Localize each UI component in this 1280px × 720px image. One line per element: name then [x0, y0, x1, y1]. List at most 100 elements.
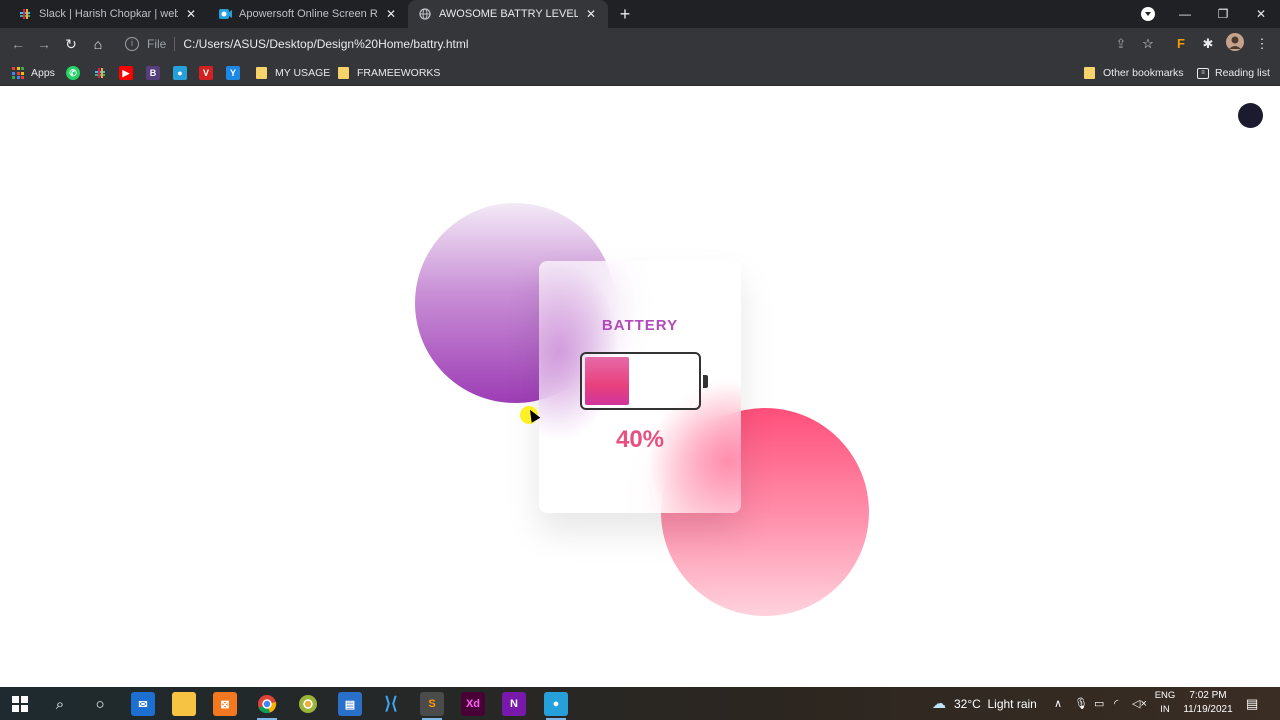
bookmark-label: Other bookmarks — [1103, 67, 1184, 79]
tab-title: AWOSOME BATTRY LEVEL — [439, 8, 578, 20]
clock-time: 7:02 PM — [1189, 690, 1227, 701]
adobe-xd-icon[interactable]: Xd — [461, 692, 485, 716]
close-tab-icon[interactable]: ✕ — [184, 7, 198, 21]
wifi-icon[interactable]: ◜ — [1114, 687, 1118, 720]
bookmark-whatsapp[interactable]: ✆ — [66, 63, 86, 83]
bookmark-label: MY USAGE — [275, 67, 331, 79]
menu-kebab-icon[interactable]: ⋮ — [1251, 33, 1273, 55]
page-viewport: BATTERY 40% — [0, 86, 1280, 687]
onenote-icon[interactable]: N — [502, 692, 526, 716]
home-icon[interactable]: ⌂ — [87, 33, 109, 55]
battery-tray-icon[interactable]: ▭ — [1094, 687, 1104, 720]
battery-terminal — [703, 375, 708, 388]
bookmark-youtube[interactable]: ▶ — [119, 63, 139, 83]
search-icon[interactable]: ⌕ — [48, 692, 72, 716]
reading-list[interactable]: ≡ Reading list — [1197, 63, 1270, 83]
weather-text: 32°C Light rain — [954, 696, 1037, 711]
apps-grid-icon — [12, 67, 24, 79]
whatsapp-icon: ✆ — [66, 66, 80, 80]
minimize-icon[interactable]: — — [1166, 0, 1204, 28]
extension-f-icon[interactable]: F — [1170, 33, 1192, 55]
new-tab-button[interactable]: + — [615, 4, 635, 24]
back-icon[interactable]: ← — [7, 33, 29, 55]
address-scheme: File — [147, 36, 167, 51]
globe-icon — [418, 7, 432, 21]
apowersoft-icon[interactable]: ● — [544, 692, 568, 720]
apowersoft-icon — [218, 7, 232, 21]
restore-icon[interactable]: ❐ — [1204, 0, 1242, 28]
sublime-text-icon[interactable]: S — [420, 692, 444, 720]
extensions-puzzle-icon[interactable]: ✱ — [1197, 33, 1219, 55]
file-explorer-icon[interactable] — [172, 692, 196, 716]
bookmark-y[interactable]: Y — [226, 63, 246, 83]
tab-battery-active[interactable]: AWOSOME BATTRY LEVEL ✕ — [408, 0, 608, 28]
forward-icon[interactable]: → — [33, 33, 55, 55]
tab-slack[interactable]: Slack | Harish Chopkar | webguru ✕ — [8, 0, 208, 28]
share-icon[interactable]: ⇪ — [1110, 33, 1132, 55]
browser-tab-strip: Slack | Harish Chopkar | webguru ✕ Apowe… — [0, 0, 1280, 28]
notification-center-icon[interactable]: ▤ — [1246, 687, 1258, 720]
apowersoft-icon: ● — [173, 66, 187, 80]
vivaldi-icon: V — [199, 66, 213, 80]
battery-icon — [580, 352, 701, 410]
theme-toggle-button[interactable] — [1238, 103, 1263, 128]
windows-start-icon[interactable] — [8, 692, 32, 716]
bookmark-apps[interactable]: Apps — [12, 63, 55, 83]
close-tab-icon[interactable]: ✕ — [584, 7, 598, 21]
close-window-icon[interactable]: ✕ — [1242, 0, 1280, 28]
bookmark-label: Reading list — [1215, 67, 1270, 79]
tab-title: Apowersoft Online Screen Recorder — [239, 8, 378, 20]
battery-title: BATTERY — [601, 317, 679, 334]
folder-icon — [338, 67, 349, 79]
yatra-icon: Y — [226, 66, 240, 80]
browser-toolbar: ← → ↻ ⌂ i File C:/Users/ASUS/Desktop/Des… — [0, 28, 1280, 59]
bookmarks-bar: Apps ✆ ▶ B ● V Y MY USAGE FRAMEEWORKS Ot… — [0, 59, 1280, 86]
weather-widget[interactable]: ☁ 32°C Light rain — [932, 687, 1037, 720]
tab-apowersoft[interactable]: Apowersoft Online Screen Recorder ✕ — [208, 0, 408, 28]
address-url[interactable]: C:/Users/ASUS/Desktop/Design%20Home/batt… — [183, 37, 468, 51]
mail-icon[interactable]: ✉ — [131, 692, 155, 716]
app-icon[interactable]: ▤ — [338, 692, 362, 716]
input-language[interactable]: ENG IN — [1152, 689, 1178, 717]
address-bar[interactable]: i File C:/Users/ASUS/Desktop/Design%20Ho… — [117, 31, 1167, 56]
reading-list-icon: ≡ — [1197, 67, 1209, 79]
bookmark-folder-frameeworks[interactable]: FRAMEEWORKS — [338, 63, 440, 83]
microphone-icon[interactable]: 🎙 — [1074, 687, 1088, 720]
mouse-cursor-icon — [520, 406, 538, 424]
xampp-icon[interactable]: ⊠ — [213, 692, 237, 716]
language-region: IN — [1160, 704, 1170, 715]
chrome-icon[interactable] — [255, 692, 279, 720]
bookmark-recorder[interactable]: ● — [173, 63, 193, 83]
volume-muted-icon[interactable]: ◁× — [1132, 687, 1147, 720]
language-code: ENG — [1154, 690, 1176, 701]
vscode-icon[interactable]: ⟩⟨ — [379, 692, 403, 716]
info-icon[interactable]: i — [125, 36, 139, 51]
bookmark-slack[interactable] — [93, 63, 113, 83]
youtube-icon: ▶ — [119, 66, 133, 80]
folder-icon — [1084, 67, 1095, 79]
cloud-rain-icon: ☁ — [932, 695, 946, 711]
tab-search-icon[interactable] — [1141, 7, 1155, 21]
bookmark-other-bookmarks[interactable]: Other bookmarks — [1084, 63, 1184, 83]
star-icon[interactable]: ☆ — [1137, 33, 1159, 55]
windows-taskbar: ⌕ ○ ✉ ⊠ ▤ ⟩⟨ S Xd N ● ☁ 32°C Light rain … — [0, 687, 1280, 720]
reload-icon[interactable]: ↻ — [60, 33, 82, 55]
address-divider — [174, 36, 176, 51]
show-hidden-icons[interactable]: ∧ — [1054, 687, 1062, 720]
battery-percent: 40% — [615, 426, 665, 453]
bookmark-folder-my-usage[interactable]: MY USAGE — [256, 63, 330, 83]
tab-title: Slack | Harish Chopkar | webguru — [39, 8, 178, 20]
bookmark-v[interactable]: V — [199, 63, 219, 83]
bookmark-label: Apps — [31, 67, 55, 79]
cortana-icon[interactable]: ○ — [88, 692, 112, 716]
chrome-canary-icon[interactable] — [296, 692, 320, 716]
close-tab-icon[interactable]: ✕ — [384, 7, 398, 21]
system-clock[interactable]: 7:02 PM 11/19/2021 — [1178, 689, 1238, 717]
profile-avatar-icon[interactable] — [1224, 33, 1246, 55]
slack-icon — [93, 66, 107, 80]
bootstrap-icon: B — [146, 66, 160, 80]
folder-icon — [256, 67, 267, 79]
bookmark-b[interactable]: B — [146, 63, 166, 83]
clock-date: 11/19/2021 — [1183, 704, 1233, 715]
slack-icon — [18, 7, 32, 21]
